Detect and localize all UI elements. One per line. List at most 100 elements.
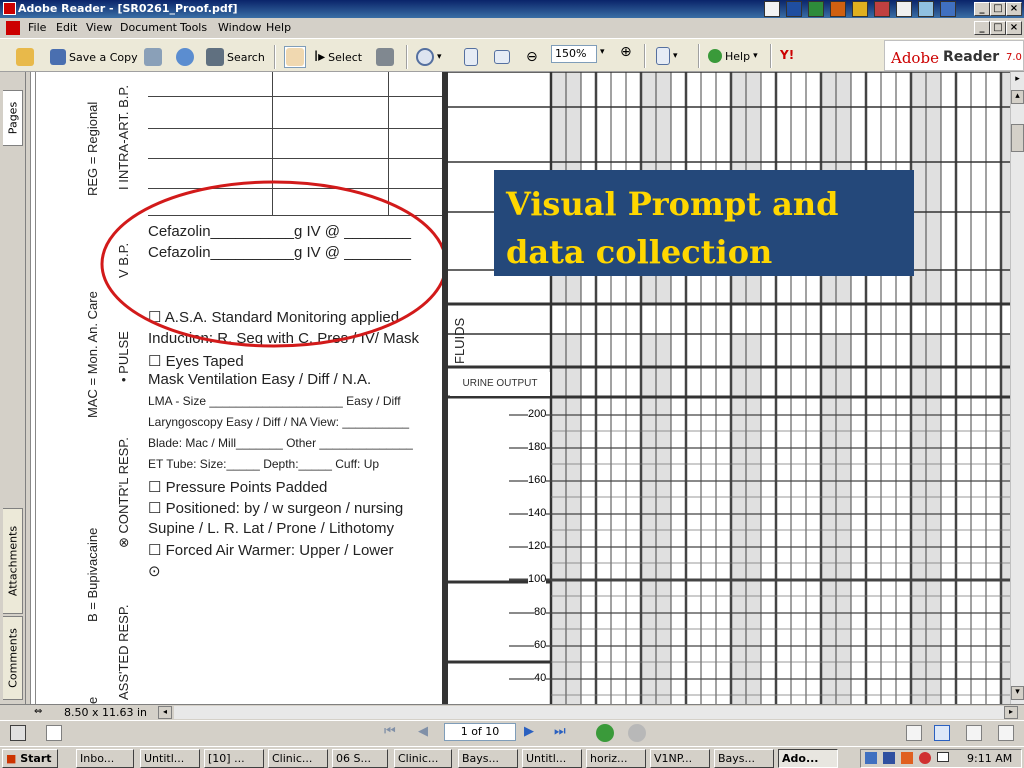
menu-help[interactable]: Help — [266, 21, 291, 34]
network-icon[interactable] — [918, 1, 934, 17]
scroll-thumb[interactable] — [1011, 124, 1024, 152]
taskbar-item[interactable]: Clinic... — [394, 749, 452, 768]
single-page-view-icon[interactable] — [906, 725, 922, 741]
close-button[interactable]: × — [1006, 2, 1022, 16]
menu-tools[interactable]: Tools — [180, 21, 207, 34]
open-button[interactable] — [16, 46, 34, 68]
single-page-icon[interactable] — [46, 725, 62, 741]
facing-view-icon[interactable] — [966, 725, 982, 741]
continuous-view-icon[interactable] — [934, 725, 950, 741]
grid-shade-cell — [821, 367, 836, 397]
scale-label: 200 — [528, 408, 547, 420]
split-handle-icon[interactable]: ⇔ — [34, 706, 42, 717]
scale-label: 60 — [534, 639, 547, 651]
mask-ventilation-line: Mask Ventilation Easy / Diff / N.A. — [148, 371, 372, 388]
scroll-down-button[interactable]: ▾ — [1011, 686, 1024, 700]
zoom-input[interactable]: 150% — [551, 45, 597, 63]
system-tray: 9:11 AM — [860, 749, 1022, 768]
page-thumb-icon[interactable] — [10, 725, 26, 741]
page-size-label: 8.50 x 11.63 in — [64, 706, 148, 719]
last-page-button[interactable]: ⏭ — [554, 724, 566, 739]
tray-app-icon[interactable] — [764, 1, 780, 17]
scroll-left-button[interactable]: ◂ — [158, 706, 172, 719]
page-layout-button[interactable]: ▾ — [656, 45, 678, 67]
scroll-right-button[interactable]: ▸ — [1004, 706, 1018, 719]
taskbar-item[interactable]: V1NP... — [650, 749, 710, 768]
save-copy-button[interactable]: Save a Copy — [50, 46, 138, 68]
menu-view[interactable]: View — [86, 21, 112, 34]
taskbar-item-adobe-reader[interactable]: Ado... — [778, 749, 838, 768]
tray-pen-icon[interactable] — [901, 752, 913, 764]
zoom-tool-button[interactable]: ▾ — [416, 46, 442, 68]
title-bar: Adobe Reader - [SR0261_Proof.pdf] _ □ × — [0, 0, 1024, 18]
tray-update-icon[interactable] — [919, 752, 931, 764]
tab-attachments[interactable]: Attachments — [3, 508, 23, 614]
visual-prompt-callout: Visual Prompt and data collection — [494, 170, 914, 276]
clock: 9:11 AM — [967, 752, 1013, 765]
navigation-pane-tabs: Pages Attachments Comments — [0, 72, 26, 704]
taskbar-item[interactable]: Bays... — [458, 749, 518, 768]
menu-file[interactable]: File — [28, 21, 46, 34]
taskbar-item[interactable]: Clinic... — [268, 749, 328, 768]
select-tool-button[interactable]: I▸ Select — [314, 46, 362, 68]
powerpoint-icon[interactable] — [830, 1, 846, 17]
document-icon[interactable] — [6, 21, 20, 35]
continuous-facing-view-icon[interactable] — [998, 725, 1014, 741]
intra-art-bp-label: I INTRA-ART. B.P. — [116, 85, 131, 190]
yahoo-toolbar-icon[interactable]: Y! — [780, 48, 794, 62]
actual-size-button[interactable] — [464, 46, 478, 68]
word-icon[interactable] — [786, 1, 802, 17]
scroll-right-arrow-icon[interactable]: ▸ — [1011, 74, 1024, 88]
doc-close-button[interactable]: × — [1006, 21, 1022, 35]
taskbar-item[interactable]: Untitl... — [522, 749, 582, 768]
excel-icon[interactable] — [808, 1, 824, 17]
minimize-button[interactable]: _ — [974, 2, 990, 16]
menu-window[interactable]: Window — [218, 21, 261, 34]
doc-minimize-button[interactable]: _ — [974, 21, 990, 35]
horizontal-scrollbar[interactable] — [174, 706, 1004, 719]
tray-network-icon[interactable] — [865, 752, 877, 764]
search-button[interactable]: Search — [206, 46, 265, 68]
page-number-input[interactable]: 1 of 10 — [444, 723, 516, 741]
zoom-dropdown-arrow-icon[interactable]: ▾ — [600, 47, 605, 57]
next-page-button[interactable]: ▶ — [524, 724, 534, 739]
adobe-app-icon[interactable] — [3, 2, 16, 15]
go-back-button[interactable] — [596, 724, 614, 742]
doc-maximize-button[interactable]: □ — [990, 21, 1006, 35]
vertical-scrollbar[interactable]: ▸ ▴ ▾ — [1010, 72, 1024, 704]
positioned-line: ☐ Positioned: by / w surgeon / nursing — [148, 500, 404, 517]
print-button[interactable] — [144, 46, 162, 68]
ie-icon[interactable] — [940, 1, 956, 17]
previous-page-button[interactable]: ◀ — [418, 724, 428, 739]
hand-tool-button[interactable] — [284, 46, 306, 68]
access-icon[interactable] — [874, 1, 890, 17]
scroll-up-button[interactable]: ▴ — [1011, 90, 1024, 104]
outlook-icon[interactable] — [852, 1, 868, 17]
tab-pages[interactable]: Pages — [3, 90, 23, 146]
help-tray-icon[interactable] — [896, 1, 912, 17]
help-button[interactable]: Help ▾ — [708, 45, 758, 67]
zoom-out-button[interactable]: ⊖ — [526, 46, 538, 68]
menu-document[interactable]: Document — [120, 21, 177, 34]
taskbar-item[interactable]: 06 S... — [332, 749, 388, 768]
menu-edit[interactable]: Edit — [56, 21, 77, 34]
first-page-button[interactable]: ⏮ — [384, 724, 396, 739]
taskbar-item[interactable]: Bays... — [714, 749, 774, 768]
tray-shield-icon[interactable] — [883, 752, 895, 764]
zoom-in-button[interactable]: ⊕ — [620, 44, 632, 60]
document-view[interactable]: REG = Regional I INTRA-ART. B.P. V B.P. … — [30, 72, 1010, 704]
tray-mail-icon[interactable] — [937, 752, 949, 762]
urine-output-label: URINE OUTPUT — [450, 372, 550, 396]
taskbar-item[interactable]: [10] ... — [204, 749, 264, 768]
snapshot-button[interactable] — [376, 46, 394, 68]
tab-comments[interactable]: Comments — [3, 616, 23, 700]
start-button[interactable]: ■ Start — [2, 749, 58, 768]
maximize-button[interactable]: □ — [990, 2, 1006, 16]
taskbar-item[interactable]: Untitl... — [140, 749, 200, 768]
taskbar-item[interactable]: Inbo... — [76, 749, 134, 768]
email-button[interactable] — [176, 46, 194, 68]
fit-width-button[interactable] — [494, 46, 510, 68]
go-forward-button[interactable] — [628, 724, 646, 742]
taskbar-item[interactable]: horiz... — [586, 749, 646, 768]
bupivacaine-label: B = Bupivacaine — [85, 527, 100, 622]
